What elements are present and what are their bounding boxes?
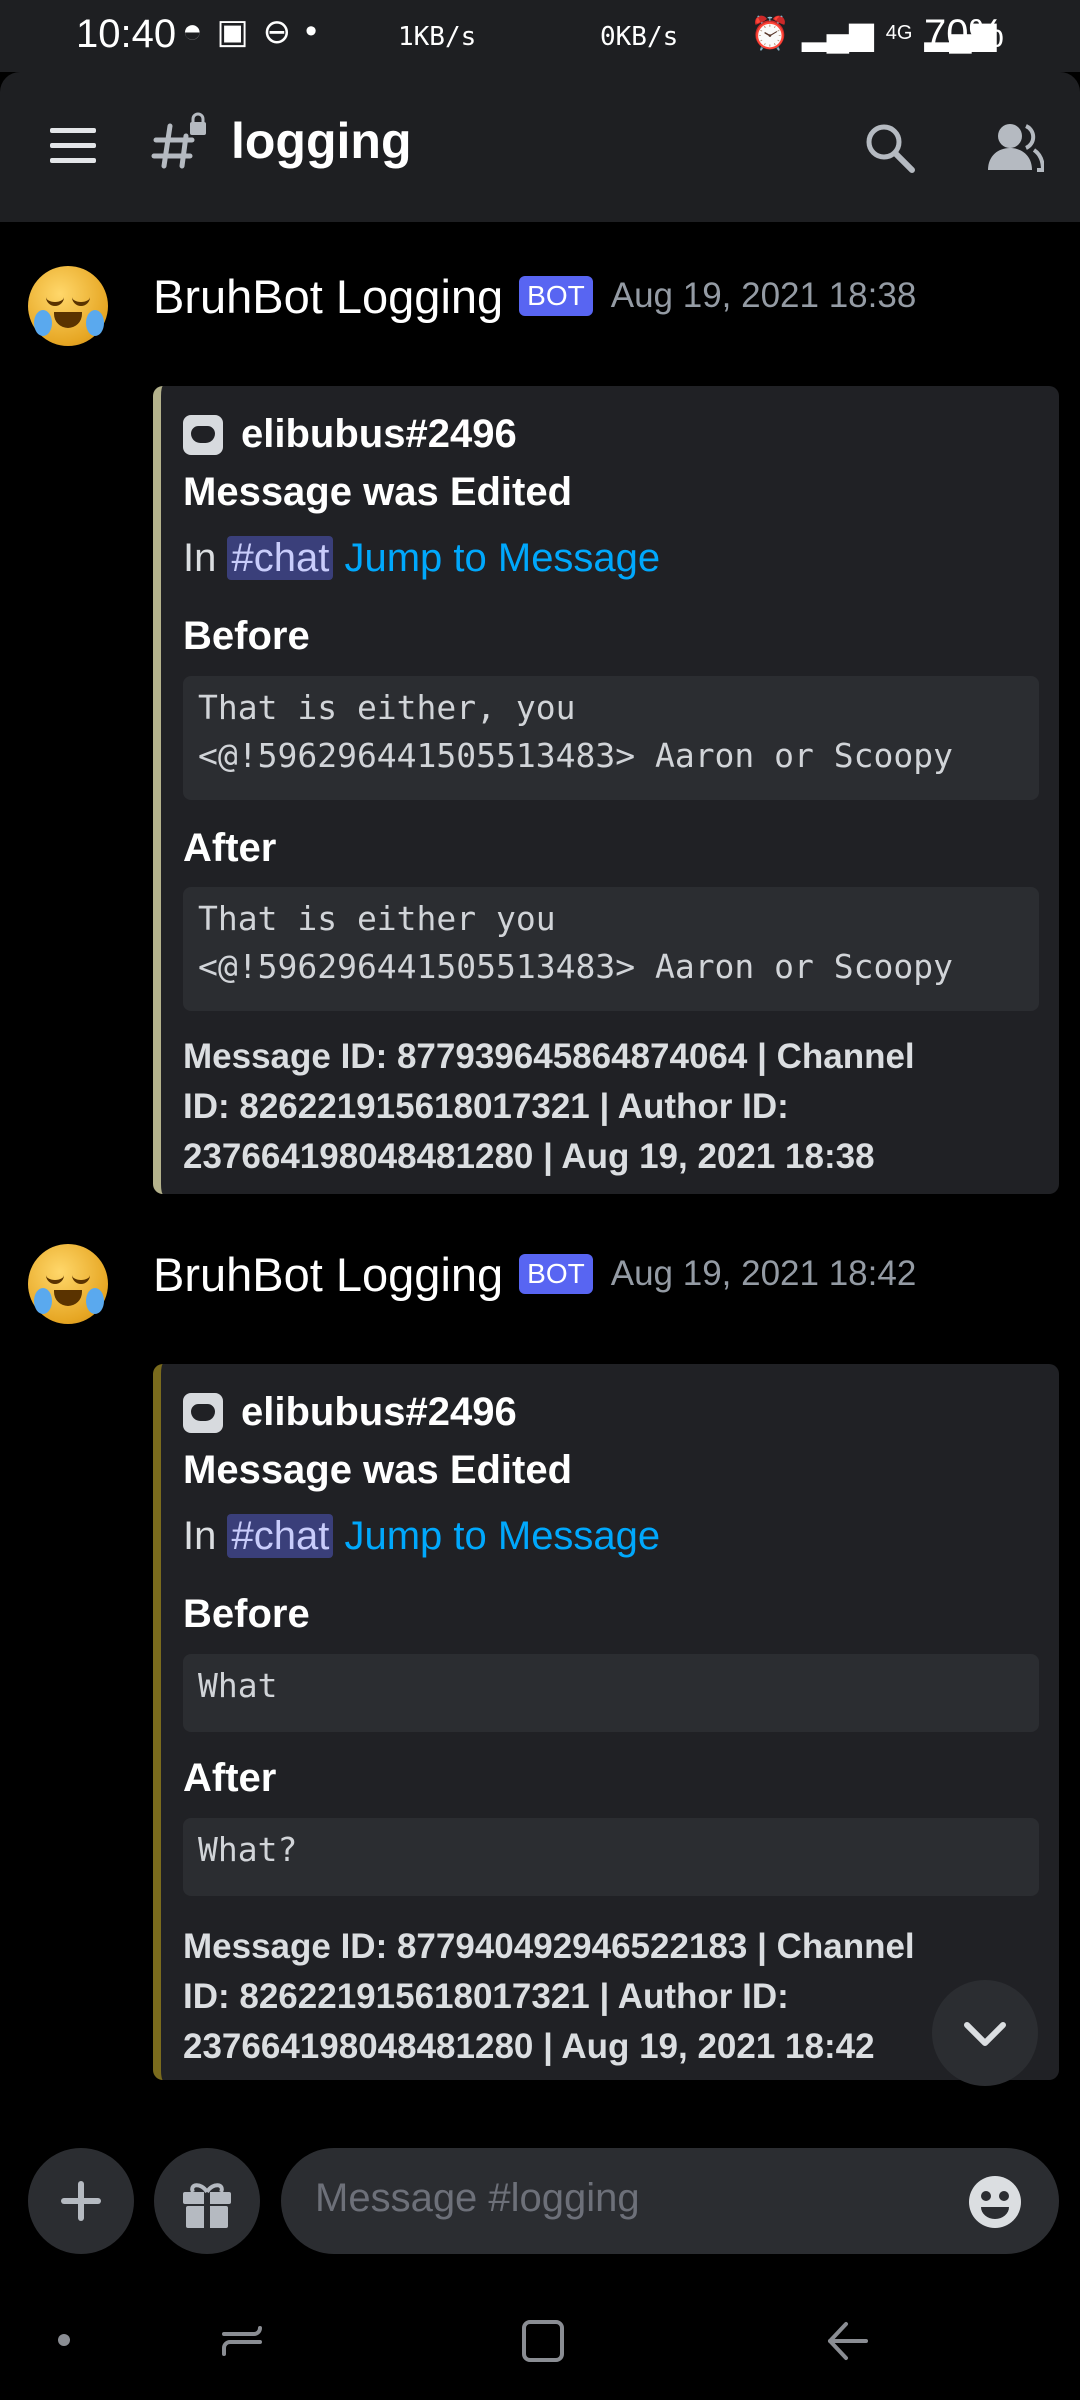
embed-title: Message was Edited xyxy=(183,1448,573,1492)
after-label: After xyxy=(183,826,277,870)
embed-channel-line: In #chat Jump to Message xyxy=(183,536,660,581)
message-header: BruhBot Logging BOT Aug 19, 2021 18:42 xyxy=(153,1244,916,1304)
discord-icon xyxy=(183,1392,223,1433)
bot-badge: BOT xyxy=(519,1254,593,1294)
author-name[interactable]: BruhBot Logging xyxy=(153,1247,503,1302)
jump-to-message-link[interactable]: Jump to Message xyxy=(344,1514,660,1558)
embed-author-name: elibubus#2496 xyxy=(241,412,517,456)
message-list[interactable]: BruhBot Logging BOT Aug 19, 2021 18:38 e… xyxy=(0,222,1080,2122)
after-code-block: What? xyxy=(183,1818,1039,1896)
dnd-icon: ⊖ xyxy=(262,13,292,51)
before-label: Before xyxy=(183,614,310,658)
chevron-down-icon xyxy=(964,2022,1006,2046)
home-icon[interactable] xyxy=(518,2316,568,2366)
message-header: BruhBot Logging BOT Aug 19, 2021 18:38 xyxy=(153,266,916,326)
embed: elibubus#2496 Message was Edited In #cha… xyxy=(153,1364,1059,2080)
gift-button[interactable] xyxy=(154,2148,260,2254)
channel-title: logging xyxy=(231,113,412,169)
channel-mention[interactable]: #chat xyxy=(227,1514,334,1558)
embed-author-name: elibubus#2496 xyxy=(241,1390,517,1434)
message-input-placeholder: Message #logging xyxy=(315,2176,640,2220)
before-label: Before xyxy=(183,1592,310,1636)
emoji-icon[interactable] xyxy=(967,2174,1023,2230)
message-timestamp: Aug 19, 2021 18:38 xyxy=(610,276,917,315)
bot-badge: BOT xyxy=(519,276,593,316)
channel-header: logging xyxy=(0,72,1080,222)
search-icon[interactable] xyxy=(862,120,918,176)
channel-mention[interactable]: #chat xyxy=(227,536,334,580)
message-input[interactable]: Message #logging xyxy=(281,2148,1059,2254)
avatar[interactable] xyxy=(28,266,108,346)
network-upload-speed: 0KB/s xyxy=(600,22,679,52)
embed-author: elibubus#2496 xyxy=(183,1390,517,1435)
scroll-to-bottom-button[interactable] xyxy=(932,1980,1038,2086)
after-code-block: That is either you <@!596296441505513483… xyxy=(183,887,1039,1011)
signal-icon: ▂▄▆ xyxy=(801,15,874,51)
before-code-block: That is either, you <@!59629644150551348… xyxy=(183,676,1039,800)
message-timestamp: Aug 19, 2021 18:42 xyxy=(610,1254,917,1293)
battery-level: 70% xyxy=(924,12,1005,56)
embed-channel-line: In #chat Jump to Message xyxy=(183,1514,660,1559)
status-time: 10:40 xyxy=(76,12,177,56)
status-bar: 10:40 ◓ ▣ ⊖ • 1KB/s 0KB/s ⏰ ▂▄▆ 4G ▂▄▆ 7… xyxy=(0,0,1080,72)
author-name[interactable]: BruhBot Logging xyxy=(153,269,503,324)
menu-icon[interactable] xyxy=(46,122,102,170)
jump-to-message-link[interactable]: Jump to Message xyxy=(344,536,660,580)
recents-icon[interactable] xyxy=(218,2316,268,2366)
attach-button[interactable] xyxy=(28,2148,134,2254)
before-code-block: What xyxy=(183,1654,1039,1732)
embed-author: elibubus#2496 xyxy=(183,412,517,457)
back-icon[interactable] xyxy=(822,2316,872,2366)
embed-title: Message was Edited xyxy=(183,470,573,514)
network-download-speed: 1KB/s xyxy=(398,22,477,52)
more-dot-icon: • xyxy=(305,12,318,50)
members-icon[interactable] xyxy=(984,120,1044,176)
embed-footer: Message ID: 877939645864874064 | Channel… xyxy=(183,1037,915,1176)
plus-icon xyxy=(61,2181,101,2221)
avatar[interactable] xyxy=(28,1244,108,1324)
discord-icon xyxy=(183,414,223,455)
system-navigation-bar xyxy=(0,2282,1080,2400)
nav-dot-icon xyxy=(58,2334,70,2346)
alarm-icon: ⏰ xyxy=(750,15,790,51)
embed: elibubus#2496 Message was Edited In #cha… xyxy=(153,386,1059,1194)
locked-channel-hash-icon xyxy=(151,112,206,169)
messenger-icon: ◓ xyxy=(182,12,203,50)
message-composer: Message #logging xyxy=(0,2122,1080,2282)
gallery-icon: ▣ xyxy=(216,13,249,51)
in-label: In xyxy=(183,536,217,580)
notification-icons: ◓ ▣ ⊖ • xyxy=(182,12,317,52)
in-label: In xyxy=(183,1514,217,1558)
gift-icon xyxy=(183,2183,231,2228)
network-type-label: 4G xyxy=(885,21,913,44)
after-label: After xyxy=(183,1756,277,1800)
embed-footer: Message ID: 877940492946522183 | Channel… xyxy=(183,1927,915,2066)
